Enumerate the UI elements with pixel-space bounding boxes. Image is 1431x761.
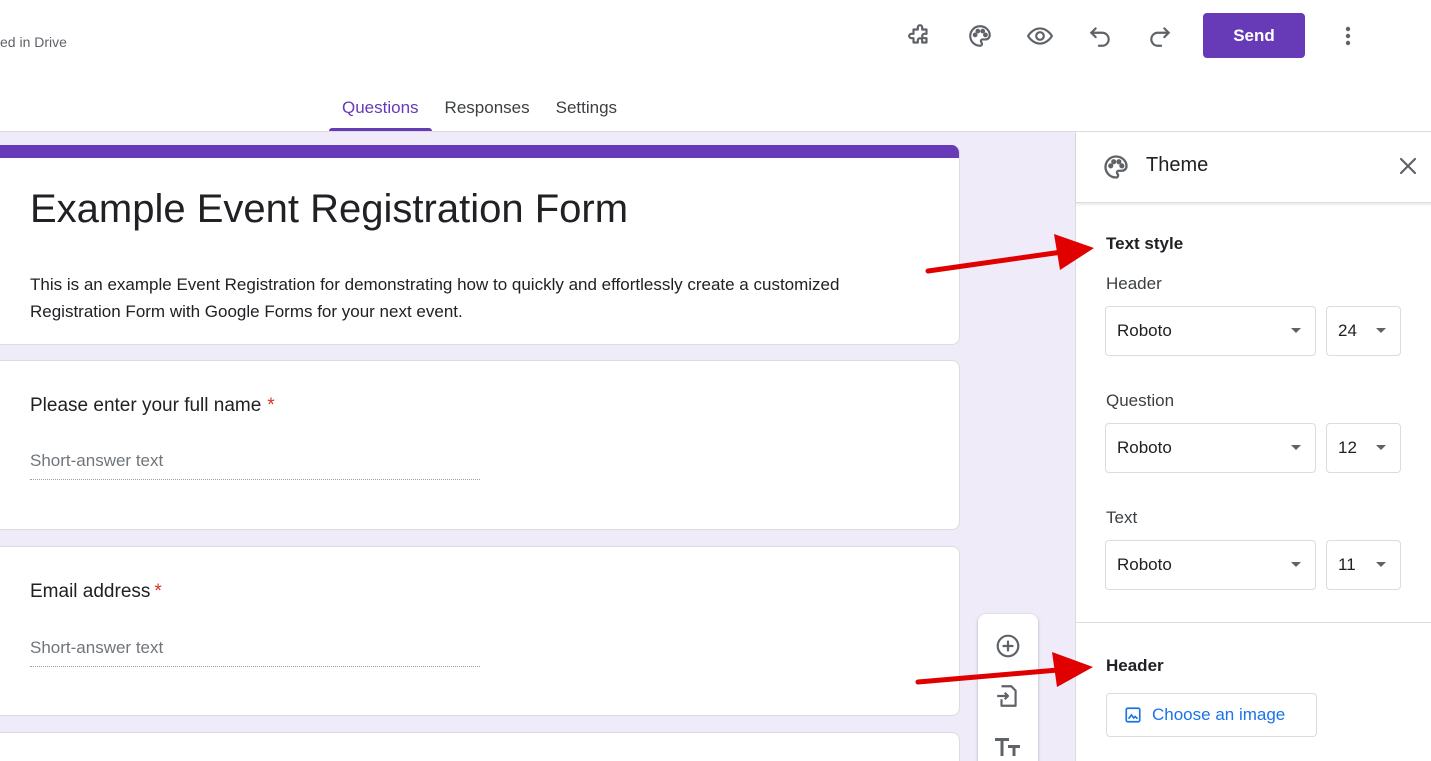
header-size-select[interactable]: 24 bbox=[1326, 306, 1401, 356]
question-card[interactable]: Email address * Short-answer text bbox=[0, 546, 960, 716]
chevron-down-icon bbox=[1291, 562, 1301, 567]
choose-image-label: Choose an image bbox=[1152, 705, 1286, 724]
form-title[interactable]: Example Event Registration Form bbox=[30, 187, 628, 232]
tab-responses[interactable]: Responses bbox=[432, 90, 543, 131]
image-icon bbox=[1125, 707, 1141, 723]
theme-panel-header: Theme bbox=[1076, 132, 1431, 203]
accent-bar bbox=[0, 145, 959, 158]
theme-panel-title: Theme bbox=[1146, 154, 1209, 176]
question-title: Please enter your full name * bbox=[30, 395, 275, 416]
tab-questions[interactable]: Questions bbox=[329, 90, 432, 131]
question-font-select[interactable]: Roboto bbox=[1105, 423, 1316, 473]
puzzle-icon[interactable] bbox=[904, 20, 936, 52]
required-mark: * bbox=[267, 395, 275, 416]
short-answer-field: Short-answer text bbox=[30, 451, 480, 480]
chevron-down-icon bbox=[1376, 328, 1386, 333]
redo-icon[interactable] bbox=[1144, 20, 1176, 52]
question-size-select[interactable]: 12 bbox=[1326, 423, 1401, 473]
chevron-down-icon bbox=[1376, 445, 1386, 450]
header-font-label: Header bbox=[1106, 274, 1162, 293]
text-font-select[interactable]: Roboto bbox=[1105, 540, 1316, 590]
short-answer-field: Short-answer text bbox=[30, 638, 480, 667]
top-bar: ed in Drive Send Questions Responses Set… bbox=[0, 0, 1431, 132]
header-font-select[interactable]: Roboto bbox=[1105, 306, 1316, 356]
floating-toolbar bbox=[978, 614, 1038, 761]
chevron-down-icon bbox=[1376, 562, 1386, 567]
question-card[interactable]: Please enter your full name * Short-answe… bbox=[0, 360, 960, 530]
chevron-down-icon bbox=[1291, 328, 1301, 333]
text-size-select[interactable]: 11 bbox=[1326, 540, 1401, 590]
eye-icon[interactable] bbox=[1024, 20, 1056, 52]
add-question-icon[interactable] bbox=[993, 631, 1023, 661]
text-style-heading: Text style bbox=[1106, 234, 1184, 253]
form-title-card[interactable]: Example Event Registration Form This is … bbox=[0, 145, 960, 345]
form-description[interactable]: This is an example Event Registration fo… bbox=[30, 271, 930, 325]
chevron-down-icon bbox=[1291, 445, 1301, 450]
import-questions-icon[interactable] bbox=[993, 681, 1023, 711]
add-title-icon[interactable] bbox=[993, 731, 1023, 761]
undo-icon[interactable] bbox=[1084, 20, 1116, 52]
saved-status: ed in Drive bbox=[0, 34, 67, 50]
more-vert-icon[interactable] bbox=[1332, 20, 1364, 52]
header-section-heading: Header bbox=[1106, 656, 1164, 675]
question-card[interactable] bbox=[0, 732, 960, 761]
form-canvas: Example Event Registration Form This is … bbox=[0, 132, 1075, 761]
required-mark: * bbox=[154, 581, 162, 602]
divider bbox=[1076, 622, 1431, 623]
theme-panel: Theme Text style Header Roboto 24 Questi… bbox=[1075, 132, 1431, 761]
palette-icon bbox=[1104, 155, 1128, 179]
send-button[interactable]: Send bbox=[1203, 13, 1305, 58]
text-font-label: Text bbox=[1106, 508, 1138, 527]
tab-settings[interactable]: Settings bbox=[543, 90, 630, 131]
choose-image-button[interactable]: Choose an image bbox=[1106, 693, 1317, 737]
close-icon[interactable] bbox=[1396, 154, 1420, 178]
question-title: Email address * bbox=[30, 581, 162, 602]
question-font-label: Question bbox=[1106, 391, 1175, 410]
palette-icon[interactable] bbox=[964, 20, 996, 52]
tab-bar: Questions Responses Settings bbox=[329, 90, 630, 131]
